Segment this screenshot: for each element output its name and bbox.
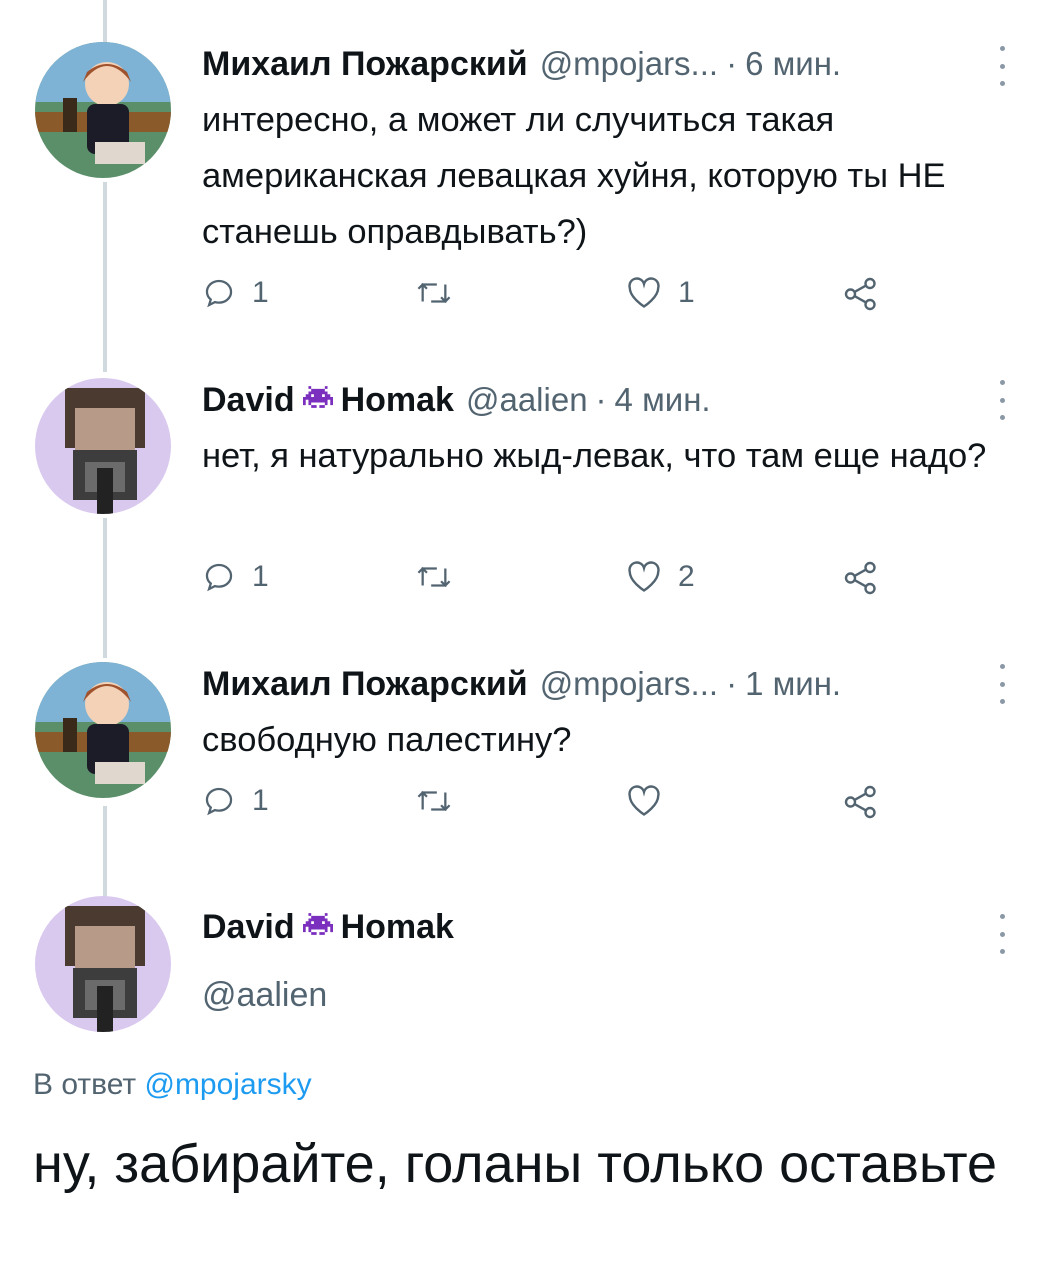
thread-line	[103, 0, 107, 42]
reply-context: В ответ @mpojarsky	[33, 1068, 312, 1102]
more-vertical-icon[interactable]	[996, 380, 1008, 420]
avatar[interactable]	[35, 896, 171, 1032]
share-icon	[844, 785, 876, 819]
author-name[interactable]: Михаил Пожарский	[202, 665, 528, 704]
timestamp[interactable]: 6 мин.	[745, 45, 841, 83]
tweet-actions: 1 2	[202, 560, 902, 600]
tweet[interactable]: Михаил Пожарский @mpojars... · 6 мин. ин…	[0, 40, 1056, 340]
share-icon	[844, 561, 876, 595]
share-icon	[844, 277, 876, 311]
reply-button[interactable]: 1	[202, 276, 269, 310]
author-name[interactable]: David	[202, 908, 295, 947]
like-count: 1	[678, 276, 695, 309]
reply-count: 1	[252, 784, 269, 817]
space-invader-icon	[302, 381, 333, 420]
timestamp[interactable]: 4 мин.	[615, 381, 711, 419]
like-count: 2	[678, 560, 695, 593]
space-invader-icon	[302, 908, 333, 947]
tweet[interactable]: Михаил Пожарский @mpojars... · 1 мин. св…	[0, 660, 1056, 840]
reply-count: 1	[252, 560, 269, 593]
more-vertical-icon[interactable]	[996, 664, 1008, 704]
author-name-suffix[interactable]: Homak	[341, 908, 454, 947]
tweet[interactable]: David Homak @aalien · 4 мин. нет, я нату…	[0, 376, 1056, 616]
separator-dot: ·	[726, 665, 738, 702]
reply-icon	[205, 563, 233, 592]
like-button[interactable]	[626, 784, 678, 818]
author-handle[interactable]: @mpojars...	[540, 665, 718, 703]
retweet-button[interactable]	[414, 784, 470, 818]
author-name-suffix[interactable]: Homak	[341, 381, 454, 420]
reply-button[interactable]: 1	[202, 784, 269, 818]
avatar[interactable]	[35, 42, 171, 178]
masked-man-avatar-image	[35, 378, 171, 514]
retweet-button[interactable]	[414, 560, 470, 594]
anime-girl-avatar-image	[35, 42, 171, 178]
separator-dot: ·	[726, 45, 738, 82]
timestamp[interactable]: 1 мин.	[745, 665, 841, 703]
tweet-text: нет, я натурально жыд-левак, что там еще…	[202, 437, 987, 475]
reply-button[interactable]: 1	[202, 560, 269, 594]
author-name[interactable]: Михаил Пожарский	[202, 45, 528, 84]
author-handle[interactable]: @mpojars...	[540, 45, 718, 83]
tweet-actions: 1	[202, 784, 902, 824]
heart-icon	[628, 561, 660, 592]
tweet-header: Михаил Пожарский @mpojars... · 1 мин.	[202, 660, 841, 708]
reply-to-link[interactable]: @mpojarsky	[144, 1068, 311, 1101]
main-tweet-text: ну, забирайте, голаны только оставьте	[33, 1134, 998, 1194]
avatar[interactable]	[35, 378, 171, 514]
tweet-actions: 1 1	[202, 276, 902, 316]
heart-icon	[628, 785, 660, 816]
tweet-header: Михаил Пожарский @mpojars... · 6 мин.	[202, 40, 841, 88]
main-author[interactable]: David Homak	[202, 908, 454, 947]
more-vertical-icon[interactable]	[996, 46, 1008, 86]
author-handle[interactable]: @aalien	[466, 381, 588, 419]
like-button[interactable]: 2	[626, 560, 695, 594]
share-button[interactable]	[842, 276, 880, 312]
author-handle[interactable]: @aalien	[202, 976, 327, 1015]
reply-count: 1	[252, 276, 269, 309]
like-button[interactable]: 1	[626, 276, 695, 310]
avatar[interactable]	[35, 662, 171, 798]
author-name[interactable]: David	[202, 381, 295, 420]
tweet-text: свободную палестину?	[202, 721, 572, 759]
retweet-button[interactable]	[414, 276, 470, 310]
separator-dot: ·	[595, 381, 607, 418]
share-button[interactable]	[842, 784, 880, 820]
retweet-icon	[417, 282, 451, 304]
tweet-text: интересно, а может ли случиться такая ам…	[202, 101, 946, 251]
retweet-icon	[417, 566, 451, 588]
reply-icon	[205, 787, 233, 816]
share-button[interactable]	[842, 560, 880, 596]
reply-icon	[205, 279, 233, 308]
masked-man-avatar-image	[35, 896, 171, 1032]
more-vertical-icon[interactable]	[996, 914, 1008, 954]
retweet-icon	[417, 790, 451, 812]
heart-icon	[628, 277, 660, 308]
reply-prefix: В ответ	[33, 1068, 137, 1101]
tweet-header: David Homak @aalien · 4 мин.	[202, 376, 711, 424]
anime-girl-avatar-image	[35, 662, 171, 798]
